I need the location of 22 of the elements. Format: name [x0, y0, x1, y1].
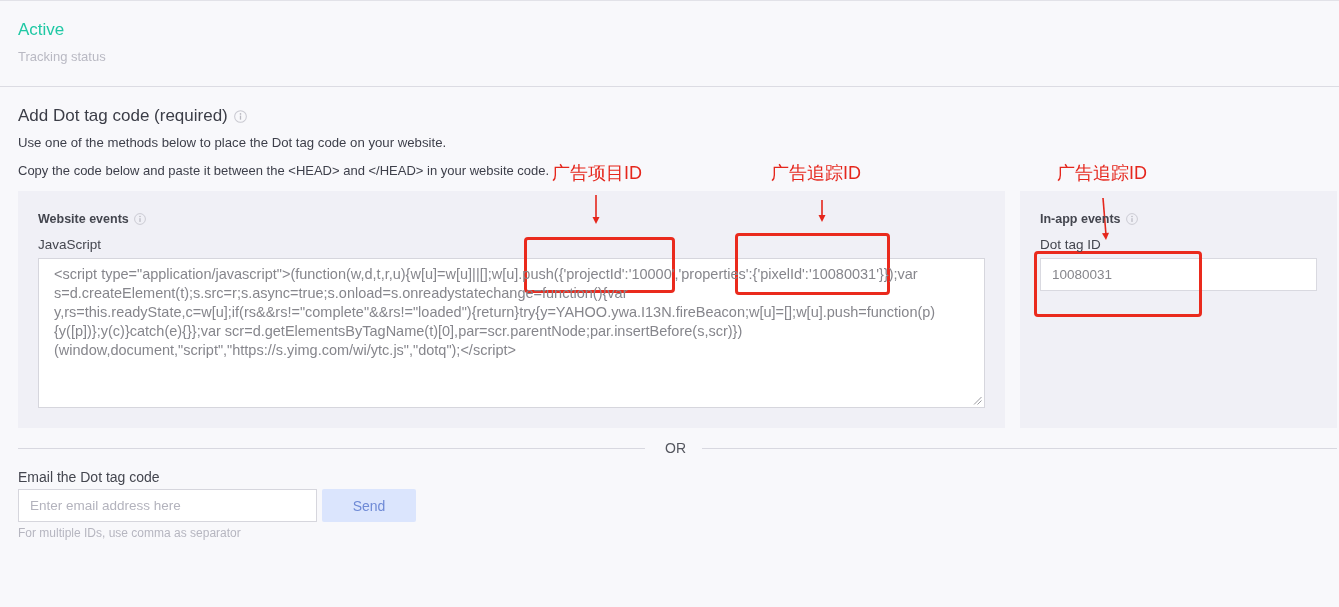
annotation-label: 广告项目ID	[552, 162, 642, 184]
info-icon[interactable]	[1125, 213, 1138, 225]
email-hint: For multiple IDs, use comma as separator	[18, 526, 241, 540]
email-label: Email the Dot tag code	[18, 468, 160, 486]
panel-title: Website events	[38, 211, 129, 227]
dot-tag-id-field[interactable]: 10080031	[1040, 258, 1317, 291]
email-field[interactable]: Enter email address here	[18, 489, 317, 522]
intro-text: Use one of the methods below to place the Dot tag code on your website.	[18, 134, 447, 152]
annotation-arrow	[592, 195, 600, 224]
tracking-status-label: Tracking status	[18, 49, 106, 65]
tracking-status-value: Active	[18, 20, 65, 40]
resize-grip-icon[interactable]	[973, 396, 982, 405]
section-title: Add Dot tag code (required)	[18, 105, 228, 127]
annotation-label: 广告追踪ID	[771, 162, 861, 184]
annotation-label: 广告追踪ID	[1057, 162, 1147, 184]
annotation-arrow	[818, 200, 826, 222]
info-icon[interactable]	[133, 213, 146, 225]
instruction-text: Copy the code below and paste it between the <HEAD> and </HEAD> in your website code.	[18, 162, 550, 180]
or-divider-label: OR	[665, 439, 686, 458]
field-label: Dot tag ID	[1040, 236, 1101, 254]
field-label: JavaScript	[38, 236, 102, 254]
info-icon[interactable]	[233, 109, 247, 123]
